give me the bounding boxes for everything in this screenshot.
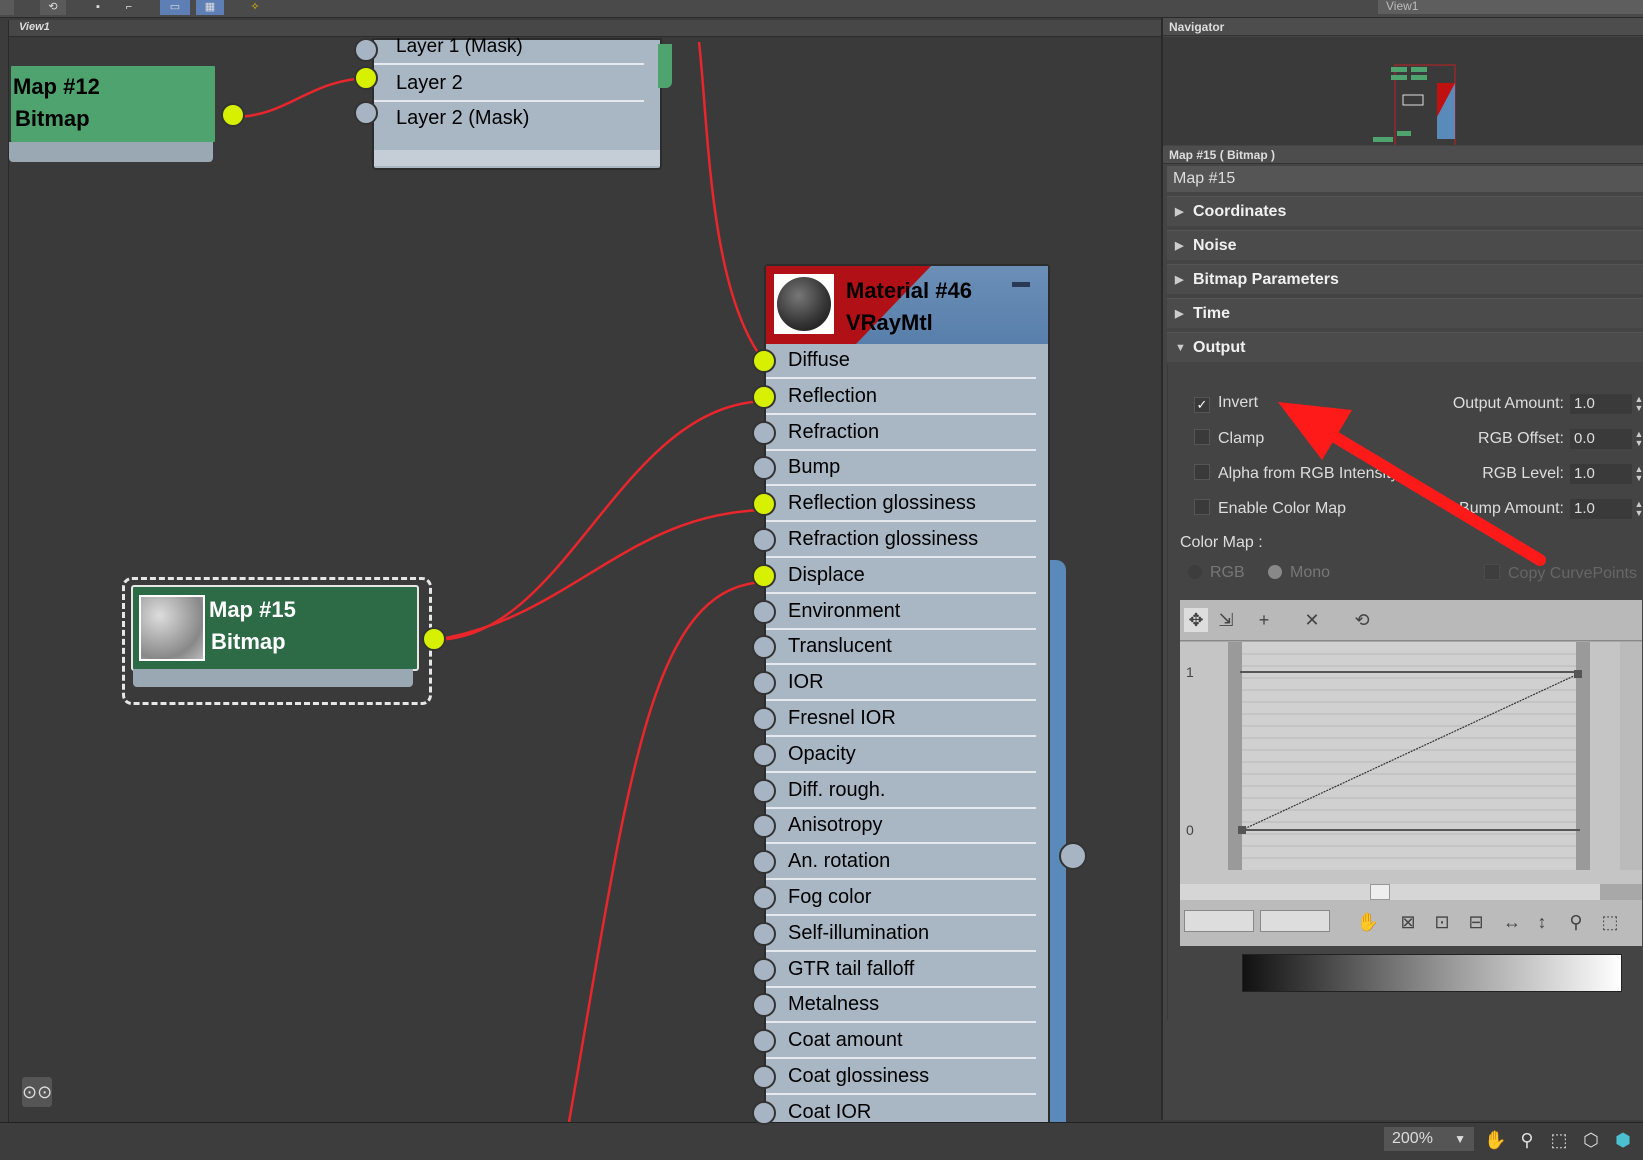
zoom-extents-icon[interactable]: ⬡ bbox=[1580, 1129, 1602, 1151]
zoom-magnifier-icon[interactable]: ⚲ bbox=[1516, 1129, 1538, 1151]
status-bar: 200% ▼ ✋ ⚲ ⬚ ⬡ ⬢ bbox=[0, 1122, 1643, 1160]
material-slot-socket[interactable] bbox=[752, 1100, 776, 1125]
material-slot-socket[interactable] bbox=[752, 1065, 776, 1089]
material-slot-socket[interactable] bbox=[752, 384, 776, 409]
material-slot-socket[interactable] bbox=[752, 349, 776, 373]
material-slot-socket[interactable] bbox=[752, 1029, 776, 1054]
material-output-socket[interactable] bbox=[1059, 842, 1087, 870]
material-slot-socket[interactable] bbox=[752, 957, 776, 982]
binoculars-icon[interactable]: ⊙⊙ bbox=[22, 1077, 52, 1107]
material-slot-socket[interactable] bbox=[752, 742, 776, 767]
material-slot-socket[interactable] bbox=[752, 528, 776, 552]
material-slot-socket[interactable] bbox=[752, 921, 776, 946]
material-slot-socket[interactable] bbox=[752, 492, 776, 517]
annotation-arrow bbox=[1278, 402, 1546, 566]
zoom-value: 200% bbox=[1392, 1130, 1433, 1147]
zoom-dropdown[interactable]: 200% ▼ bbox=[1384, 1127, 1474, 1151]
material-slot-socket[interactable] bbox=[752, 850, 776, 875]
material-slot-socket[interactable] bbox=[752, 886, 776, 910]
material-slot-socket[interactable] bbox=[752, 671, 776, 696]
zoom-region-icon[interactable]: ⬚ bbox=[1548, 1129, 1570, 1151]
material-slot-socket[interactable] bbox=[752, 563, 776, 588]
material-slot-socket[interactable] bbox=[752, 599, 776, 624]
material-slot-socket[interactable] bbox=[752, 420, 776, 445]
pan-hand-icon[interactable]: ✋ bbox=[1484, 1129, 1506, 1151]
zoom-selected-icon[interactable]: ⬢ bbox=[1612, 1129, 1634, 1151]
material-slot-socket[interactable] bbox=[752, 707, 776, 731]
chevron-down-icon: ▼ bbox=[1454, 1132, 1466, 1146]
material-slot-socket[interactable] bbox=[752, 778, 776, 803]
